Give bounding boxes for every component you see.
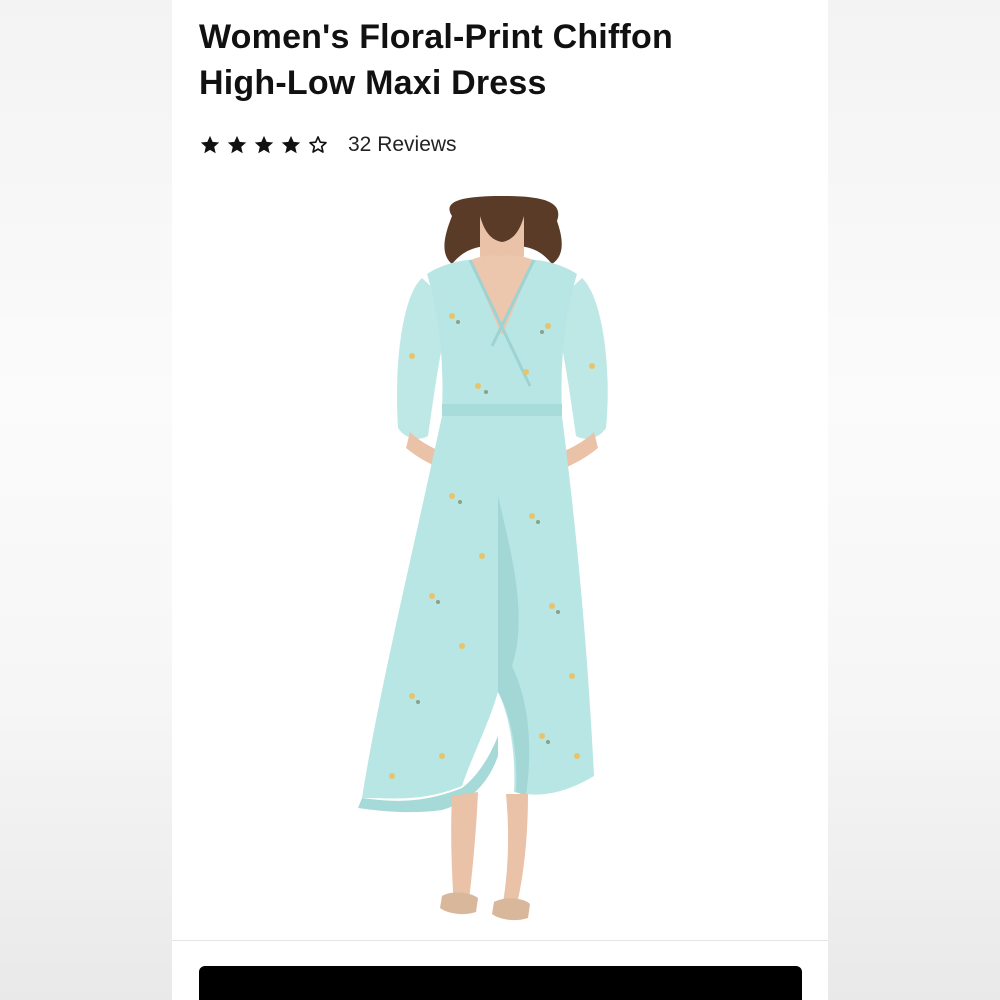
dress-skirt bbox=[362, 416, 594, 799]
right-blur-backdrop bbox=[828, 0, 1000, 1000]
screenshot-canvas: Women's Floral-Print Chiffon High-Low Ma… bbox=[0, 0, 1000, 1000]
product-image[interactable] bbox=[302, 196, 702, 932]
add-to-bag-button[interactable] bbox=[199, 966, 802, 1000]
star-filled-icon bbox=[254, 135, 274, 154]
product-title: Women's Floral-Print Chiffon High-Low Ma… bbox=[199, 14, 799, 106]
star-filled-icon bbox=[281, 135, 301, 154]
waist-tie bbox=[442, 404, 562, 418]
rating-row[interactable]: 32 Reviews bbox=[199, 130, 457, 160]
left-sandal bbox=[440, 892, 478, 915]
right-leg bbox=[502, 794, 528, 908]
star-filled-icon bbox=[227, 135, 247, 154]
product-title-line-2: High-Low Maxi Dress bbox=[199, 64, 547, 102]
star-rating bbox=[199, 134, 334, 156]
left-blur-backdrop bbox=[0, 0, 172, 1000]
product-page: Women's Floral-Print Chiffon High-Low Ma… bbox=[172, 0, 828, 1000]
star-filled-icon bbox=[200, 135, 220, 154]
reviews-link[interactable]: 32 Reviews bbox=[348, 133, 457, 157]
star-outline-icon bbox=[309, 136, 327, 153]
section-divider bbox=[172, 940, 828, 941]
product-title-line-1: Women's Floral-Print Chiffon bbox=[199, 18, 673, 56]
right-sandal bbox=[492, 898, 530, 921]
left-leg bbox=[451, 792, 478, 908]
